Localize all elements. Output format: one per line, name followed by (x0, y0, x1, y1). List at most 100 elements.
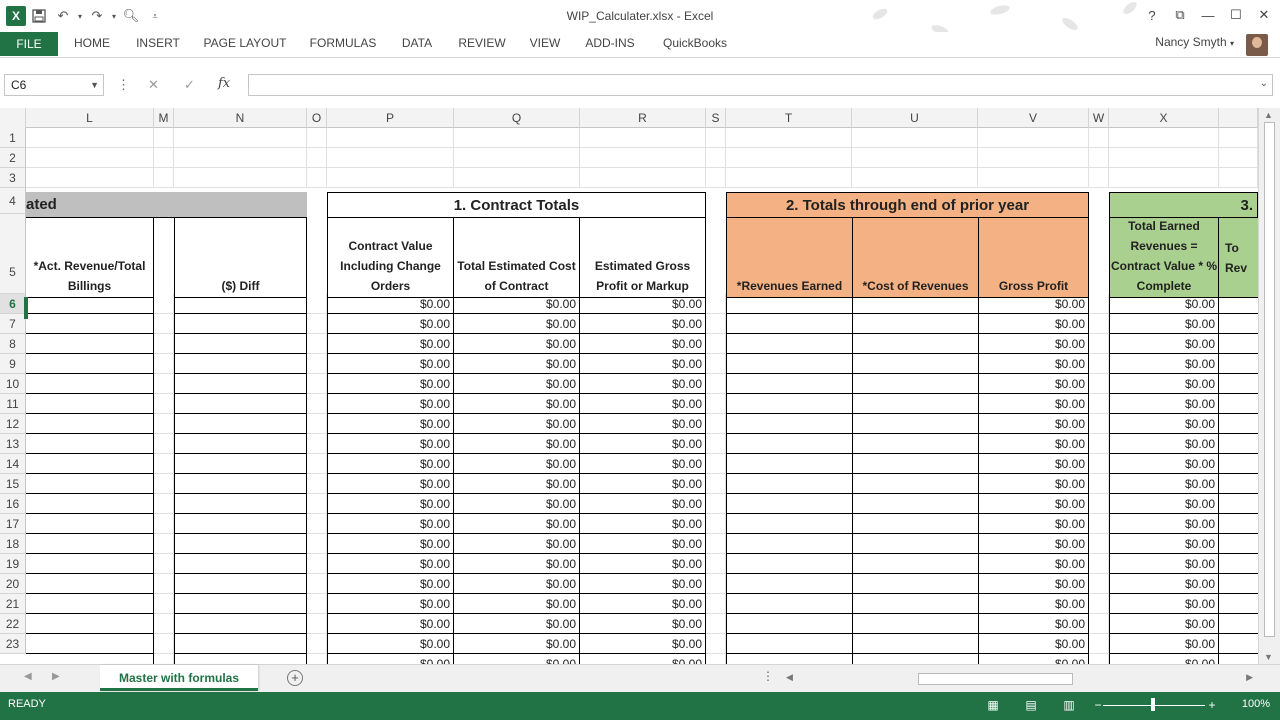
grid-cell[interactable] (154, 414, 174, 434)
cell-act-revenue[interactable] (26, 394, 154, 414)
row-header[interactable]: 17 (0, 514, 26, 534)
cell-contract-value[interactable]: $0.00 (327, 574, 454, 594)
cell-total-earned-revenues[interactable]: $0.00 (1109, 334, 1219, 354)
cell-est-gross-profit[interactable]: $0.00 (579, 434, 706, 454)
cell-gross-profit[interactable]: $0.00 (978, 514, 1089, 534)
grid-cell[interactable] (26, 168, 154, 188)
cell-total-est-cost[interactable]: $0.00 (453, 454, 580, 474)
cell-total-earned-revenues[interactable]: $0.00 (1109, 374, 1219, 394)
cell-y-partial[interactable] (1218, 634, 1258, 654)
grid-cell[interactable] (706, 574, 726, 594)
cell-gross-profit[interactable]: $0.00 (978, 454, 1089, 474)
grid-cell[interactable] (706, 634, 726, 654)
cell-contract-value[interactable]: $0.00 (327, 514, 454, 534)
cell-total-est-cost[interactable]: $0.00 (453, 634, 580, 654)
page-break-preview-icon[interactable]: ▥ (1061, 697, 1077, 713)
grid-cell[interactable] (706, 414, 726, 434)
cell-cost-of-revenues[interactable] (852, 634, 979, 654)
cell-y-partial[interactable] (1218, 574, 1258, 594)
cell-gross-profit[interactable]: $0.00 (978, 574, 1089, 594)
grid-cell[interactable] (154, 454, 174, 474)
sheet-tab-master[interactable]: Master with formulas (100, 665, 258, 691)
cell-est-gross-profit[interactable]: $0.00 (579, 394, 706, 414)
grid-cell[interactable] (1089, 534, 1109, 554)
grid-cell[interactable] (174, 128, 307, 148)
grid-cell[interactable] (174, 168, 307, 188)
cell-act-revenue[interactable] (26, 634, 154, 654)
column-header-y[interactable] (1219, 108, 1258, 128)
grid-cell[interactable] (307, 168, 327, 188)
select-all-corner[interactable] (0, 108, 26, 128)
cell-est-gross-profit[interactable]: $0.00 (579, 354, 706, 374)
grid-cell[interactable] (1109, 148, 1219, 168)
help-icon[interactable]: ? (1140, 4, 1164, 26)
cell-act-revenue[interactable] (26, 454, 154, 474)
cell-revenues-earned[interactable] (726, 394, 853, 414)
cell-est-gross-profit[interactable]: $0.00 (579, 574, 706, 594)
horizontal-scrollbar[interactable]: ◀ ▶ (782, 672, 1257, 686)
grid-cell[interactable] (154, 148, 174, 168)
row-header[interactable]: 22 (0, 614, 26, 634)
column-header-m[interactable]: M (154, 108, 174, 128)
grid-cell[interactable] (706, 374, 726, 394)
cell-total-earned-revenues[interactable]: $0.00 (1109, 554, 1219, 574)
cell-diff[interactable] (174, 514, 307, 534)
grid-cell[interactable] (706, 394, 726, 414)
cancel-icon[interactable]: ✕ (148, 77, 159, 93)
cell-cost-of-revenues[interactable] (852, 354, 979, 374)
row-header[interactable]: 6 (0, 294, 26, 314)
cell-cost-of-revenues[interactable] (852, 414, 979, 434)
grid-cell[interactable] (1089, 574, 1109, 594)
cell-est-gross-profit[interactable]: $0.00 (579, 414, 706, 434)
tab-split-handle-icon[interactable]: ⋮ (762, 669, 774, 683)
cell-est-gross-profit[interactable]: $0.00 (579, 494, 706, 514)
cell-cost-of-revenues[interactable] (852, 314, 979, 334)
grid-cell[interactable] (154, 534, 174, 554)
grid-cell[interactable] (978, 128, 1089, 148)
cell-contract-value[interactable]: $0.00 (327, 314, 454, 334)
grid-cell[interactable] (706, 314, 726, 334)
grid-cell[interactable] (1089, 394, 1109, 414)
grid-cell[interactable] (706, 514, 726, 534)
cell-y-partial[interactable] (1218, 474, 1258, 494)
grid-cell[interactable] (852, 168, 978, 188)
grid-cell[interactable] (307, 374, 327, 394)
cell-revenues-earned[interactable] (726, 614, 853, 634)
grid-cell[interactable] (154, 494, 174, 514)
cell-contract-value[interactable]: $0.00 (327, 394, 454, 414)
cell-contract-value[interactable]: $0.00 (327, 634, 454, 654)
grid-cell[interactable] (307, 414, 327, 434)
cell-diff[interactable] (174, 434, 307, 454)
column-header-p[interactable]: P (327, 108, 454, 128)
grid-cell[interactable] (154, 634, 174, 654)
cell-revenues-earned[interactable] (726, 314, 853, 334)
grid-cell[interactable] (307, 474, 327, 494)
grid-cell[interactable] (1089, 454, 1109, 474)
enter-icon[interactable]: ✓ (184, 77, 195, 93)
page-layout-view-icon[interactable]: ▤ (1023, 697, 1039, 713)
cell-cost-of-revenues[interactable] (852, 534, 979, 554)
cell-act-revenue[interactable] (26, 374, 154, 394)
scroll-up-icon[interactable]: ▲ (1264, 110, 1273, 120)
cell-total-est-cost[interactable]: $0.00 (453, 654, 580, 664)
row-header[interactable]: 5 (0, 214, 26, 294)
cell-diff[interactable] (174, 394, 307, 414)
grid-cell[interactable] (852, 128, 978, 148)
row-header[interactable]: 12 (0, 414, 26, 434)
cell-gross-profit[interactable]: $0.00 (978, 414, 1089, 434)
cell-contract-value[interactable]: $0.00 (327, 474, 454, 494)
zoom-level[interactable]: 100% (1242, 698, 1270, 710)
cell-cost-of-revenues[interactable] (852, 494, 979, 514)
grid-cell[interactable] (1089, 514, 1109, 534)
cell-cost-of-revenues[interactable] (852, 514, 979, 534)
grid-cell[interactable] (706, 334, 726, 354)
cell-revenues-earned[interactable] (726, 654, 853, 664)
grid-cell[interactable] (454, 168, 580, 188)
cell-total-earned-revenues[interactable]: $0.00 (1109, 414, 1219, 434)
cell-cost-of-revenues[interactable] (852, 474, 979, 494)
row-header[interactable]: 14 (0, 454, 26, 474)
grid-cell[interactable] (1109, 168, 1219, 188)
grid-cell[interactable] (154, 374, 174, 394)
grid-cell[interactable] (307, 354, 327, 374)
row-header[interactable]: 15 (0, 474, 26, 494)
